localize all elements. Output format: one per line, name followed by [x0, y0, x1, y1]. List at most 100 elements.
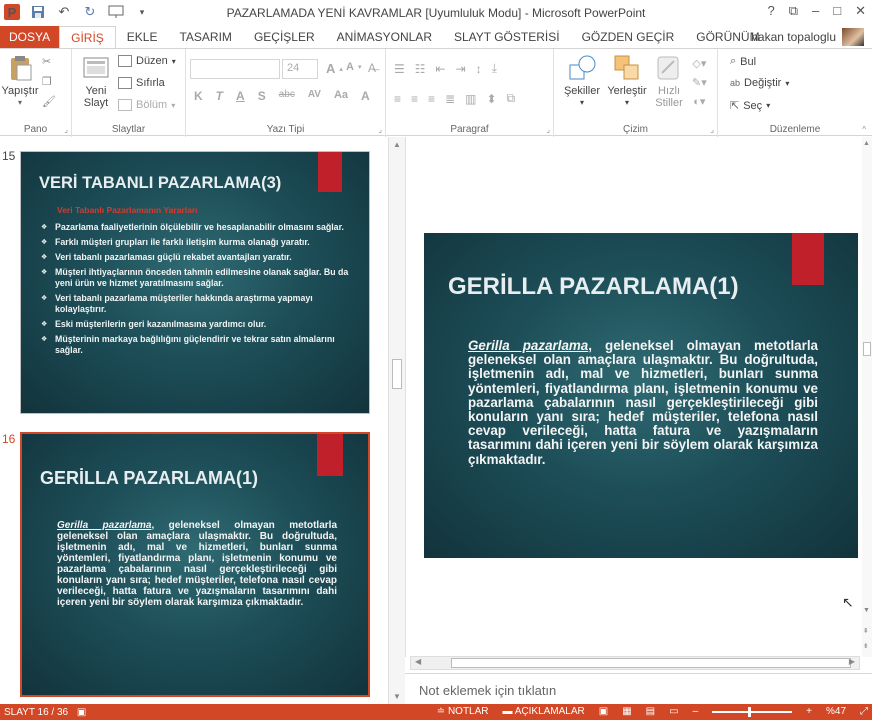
comments-button[interactable]: ▬ AÇIKLAMALAR	[503, 706, 585, 717]
previous-slide-icon[interactable]: ⇞	[863, 627, 869, 635]
underline-button[interactable]: A	[236, 89, 245, 103]
shadow-button[interactable]: S	[258, 89, 266, 103]
align-center-icon[interactable]: ≡	[411, 92, 418, 106]
bold-button[interactable]: K	[194, 89, 203, 103]
dialog-launcher-icon[interactable]: ⌟	[64, 125, 68, 134]
reset-button[interactable]: Sıfırla	[118, 77, 165, 89]
tab-insert[interactable]: EKLE	[116, 26, 169, 48]
increase-font-icon[interactable]: A ▴	[326, 61, 343, 76]
section-button[interactable]: Bölüm ▾	[118, 99, 175, 111]
minimize-icon[interactable]: –	[812, 3, 819, 19]
tab-slideshow[interactable]: SLAYT GÖSTERİSİ	[443, 26, 571, 48]
shape-outline-icon[interactable]: ✎▾	[692, 76, 707, 89]
normal-view-icon[interactable]: ▣	[599, 706, 608, 717]
increase-indent-icon[interactable]: ⇥	[456, 62, 466, 76]
group-label-drawing: Çizim	[623, 124, 648, 135]
close-icon[interactable]: ✕	[855, 3, 866, 19]
decrease-indent-icon[interactable]: ⇤	[436, 62, 446, 76]
bullets-icon[interactable]: ☰	[394, 62, 405, 76]
tab-home[interactable]: GİRİŞ	[59, 25, 116, 49]
slide-horizontal-scrollbar[interactable]: ◀ ▶	[410, 656, 860, 670]
arrange-button[interactable]: Yerleştir ▾	[604, 53, 650, 109]
dialog-launcher-icon[interactable]: ⌟	[546, 125, 550, 134]
tab-design[interactable]: TASARIM	[168, 26, 242, 48]
font-size-input[interactable]: 24	[282, 59, 318, 79]
shape-effects-icon[interactable]: ◐▾	[693, 95, 705, 108]
slide-vertical-scrollbar[interactable]: ▲ ▼ ⇞ ⇟	[862, 137, 872, 657]
justify-icon[interactable]: ≣	[445, 92, 455, 106]
slide-subtitle: Veri Tabanlı Pazarlamanın Yararları	[57, 205, 198, 215]
shapes-button[interactable]: Şekiller ▾	[560, 53, 604, 109]
scroll-down-icon[interactable]: ▼	[863, 607, 870, 614]
next-slide-icon[interactable]: ⇟	[863, 642, 869, 650]
cut-button[interactable]: ✂	[42, 55, 51, 68]
font-family-input[interactable]	[190, 59, 280, 79]
slide-thumbnail-16[interactable]: GERİLLA PAZARLAMA(1) Gerilla pazarlama, …	[20, 432, 370, 697]
spelling-check-icon[interactable]: ▣	[77, 707, 86, 718]
dialog-launcher-icon[interactable]: ⌟	[710, 125, 714, 134]
italic-button[interactable]: T	[216, 89, 223, 103]
ribbon-display-options-icon[interactable]: ⧉	[789, 3, 798, 19]
paste-button[interactable]: Yapıştır ▾	[0, 53, 40, 109]
layout-icon	[118, 55, 132, 67]
zoom-slider[interactable]	[712, 706, 793, 717]
slide-title[interactable]: GERİLLA PAZARLAMA(1)	[448, 273, 739, 301]
clear-format-icon[interactable]: A̶	[368, 61, 376, 75]
format-painter-button[interactable]: 🖌	[42, 95, 56, 108]
smartart-icon[interactable]: ⧉	[507, 91, 516, 106]
tab-review[interactable]: GÖZDEN GEÇİR	[571, 26, 686, 48]
zoom-out-icon[interactable]: –	[693, 706, 699, 717]
align-left-icon[interactable]: ≡	[394, 92, 401, 106]
scrollbar-thumb[interactable]	[863, 342, 871, 356]
text-direction-icon[interactable]: ⤓	[492, 61, 497, 76]
slide-thumbnail-15[interactable]: VERİ TABANLI PAZARLAMA(3) Veri Tabanlı P…	[20, 151, 370, 414]
tab-file[interactable]: DOSYA	[0, 26, 60, 48]
decrease-font-icon[interactable]: A ▾	[346, 61, 361, 73]
scroll-up-icon[interactable]: ▲	[863, 140, 870, 147]
notes-pane[interactable]: Not eklemek için tıklatın	[405, 673, 872, 704]
line-spacing-icon[interactable]: ↕	[476, 62, 482, 76]
maximize-icon[interactable]: □	[833, 3, 841, 19]
slideshow-view-icon[interactable]: ▭	[669, 706, 678, 717]
quick-styles-button[interactable]: Hızlı Stiller	[650, 53, 688, 109]
main-slide[interactable]: GERİLLA PAZARLAMA(1) Gerilla pazarlama, …	[424, 233, 858, 558]
fit-slide-icon[interactable]: ⤢	[860, 706, 868, 717]
reading-view-icon[interactable]: ▤	[646, 706, 655, 717]
collapse-ribbon-icon[interactable]: ^	[862, 125, 866, 134]
binoculars-icon: ⌕	[730, 55, 737, 67]
scroll-up-icon[interactable]: ▲	[393, 140, 401, 149]
scrollbar-thumb[interactable]	[451, 658, 851, 668]
select-button[interactable]: ⇱ Seç ▾	[730, 99, 770, 113]
help-icon[interactable]: ?	[767, 3, 774, 19]
tab-transitions[interactable]: GEÇİŞLER	[243, 26, 326, 48]
shape-fill-icon[interactable]: ◇▾	[692, 57, 706, 70]
scroll-left-icon[interactable]: ◀	[415, 657, 421, 666]
chevron-down-icon: ▾	[624, 98, 629, 107]
scrollbar-thumb[interactable]	[392, 359, 402, 389]
columns-icon[interactable]: ▥	[465, 92, 476, 106]
replace-button[interactable]: ab Değiştir ▾	[730, 77, 789, 89]
notes-button[interactable]: ≐ NOTLAR	[437, 706, 489, 717]
change-case-button[interactable]: Aa	[334, 89, 348, 103]
zoom-in-icon[interactable]: +	[806, 706, 812, 717]
scroll-down-icon[interactable]: ▼	[393, 692, 401, 701]
group-paragraph: ☰ ☷ ⇤ ⇥ ↕ ⤓ ≡ ≡ ≡ ≣ ▥ ⬍ ⧉ Paragraf ⌟	[386, 49, 554, 137]
slide-sorter-icon[interactable]: ▦	[622, 706, 631, 717]
new-slide-button[interactable]: Yeni Slayt	[76, 53, 116, 109]
copy-button[interactable]: ❐	[42, 75, 52, 88]
align-right-icon[interactable]: ≡	[428, 92, 435, 106]
zoom-level[interactable]: %47	[826, 706, 846, 717]
char-spacing-button[interactable]: AV	[308, 89, 321, 103]
scroll-right-icon[interactable]: ▶	[849, 657, 855, 666]
dialog-launcher-icon[interactable]: ⌟	[378, 125, 382, 134]
tab-animations[interactable]: ANİMASYONLAR	[326, 26, 443, 48]
user-account[interactable]: hakan topaloglu	[751, 28, 864, 46]
slide-body-text[interactable]: Gerilla pazarlama, geleneksel olmayan me…	[468, 338, 818, 467]
thumbnail-scrollbar[interactable]: ▲ ▼	[388, 137, 405, 704]
find-button[interactable]: ⌕ Bul	[730, 55, 756, 68]
font-color-button[interactable]: A	[361, 89, 370, 103]
strikethrough-button[interactable]: abc	[279, 89, 295, 103]
align-text-icon[interactable]: ⬍	[486, 92, 496, 106]
numbering-icon[interactable]: ☷	[415, 62, 426, 76]
layout-button[interactable]: Düzen ▾	[118, 55, 176, 67]
